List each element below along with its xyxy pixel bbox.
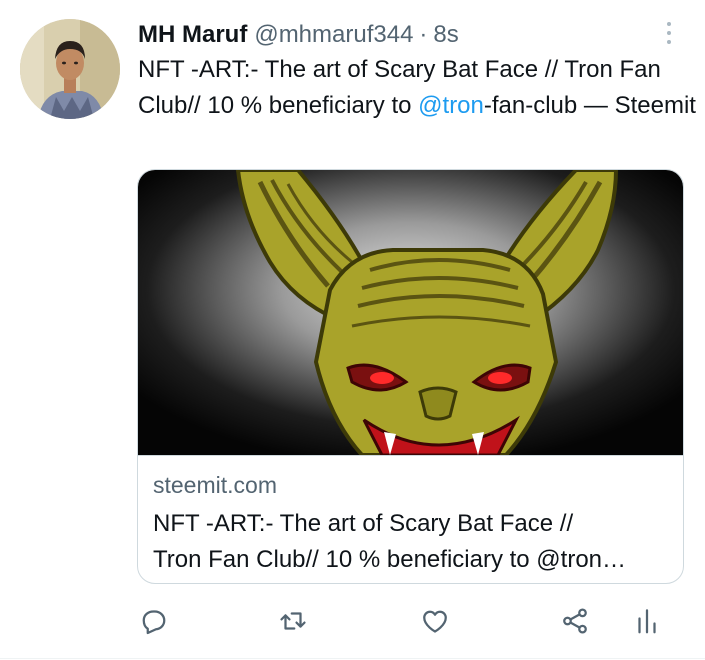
tweet-header: MH Maruf @mhmaruf344 · 8s — [138, 18, 459, 52]
more-dot — [667, 31, 671, 35]
link-card[interactable]: steemit.com NFT -ART:- The art of Scary … — [137, 169, 684, 584]
analytics-button[interactable] — [630, 604, 664, 638]
more-dot — [667, 22, 671, 26]
scary-bat-face-image — [138, 170, 683, 455]
divider — [0, 658, 705, 659]
reply-button[interactable] — [137, 604, 171, 638]
card-title-line-1: NFT -ART:- The art of Scary Bat Face // — [153, 510, 574, 537]
retweet-icon — [280, 612, 306, 630]
analytics-icon — [638, 609, 656, 634]
share-icon — [563, 608, 587, 634]
share-button[interactable] — [558, 604, 592, 638]
mention-link[interactable]: @tron — [418, 92, 484, 119]
card-title: NFT -ART:- The art of Scary Bat Face // … — [153, 506, 673, 578]
card-title-line-2: Tron Fan Club// 10 % beneficiary to @tro… — [153, 546, 627, 573]
card-domain: steemit.com — [153, 472, 277, 498]
avatar-photo — [20, 19, 120, 119]
tweet[interactable]: MH Maruf @mhmaruf344 · 8s NFT -ART:- The… — [0, 0, 705, 660]
tweet-timestamp[interactable]: 8s — [433, 21, 458, 49]
action-bar — [0, 600, 705, 644]
retweet-button[interactable] — [276, 604, 310, 638]
like-button[interactable] — [418, 604, 452, 638]
more-dot — [667, 40, 671, 44]
separator-dot: · — [419, 21, 428, 48]
like-icon — [423, 610, 447, 633]
tweet-text-rest: -fan-club — Steemit — [483, 92, 696, 119]
avatar[interactable] — [20, 19, 120, 119]
author-display-name[interactable]: MH Maruf — [138, 21, 247, 49]
more-options-icon[interactable] — [659, 18, 679, 48]
card-body[interactable]: steemit.com NFT -ART:- The art of Scary … — [138, 455, 683, 583]
tweet-text: NFT -ART:- The art of Scary Bat Face // … — [138, 52, 698, 124]
author-handle[interactable]: @mhmaruf344 — [254, 21, 413, 49]
card-image[interactable] — [138, 170, 683, 455]
reply-icon — [142, 610, 166, 635]
